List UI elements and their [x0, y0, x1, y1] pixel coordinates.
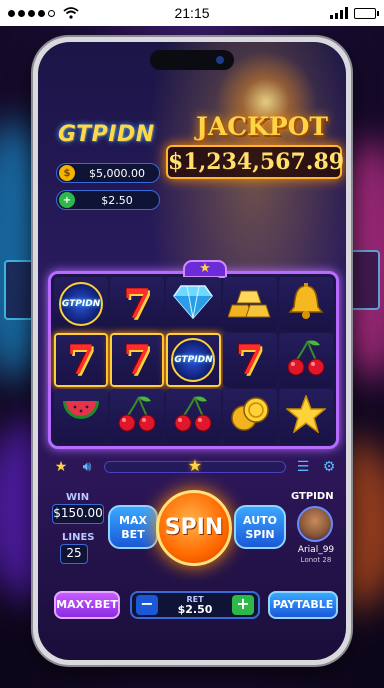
increase-bet-button[interactable]: + — [232, 595, 254, 615]
spin-button[interactable]: SPIN — [156, 490, 232, 566]
cash-icon: + — [59, 192, 75, 208]
paytable-button[interactable]: PAYTABLE — [268, 591, 338, 619]
wifi-icon — [63, 7, 79, 19]
settings-bar: ★ 🔊︎ ★ ☰ ⚙ — [52, 456, 338, 478]
reel-cell — [166, 277, 221, 331]
game-screen: GTPIDN JACKPOT $1,234,567.89 $ $5,000.00… — [38, 42, 346, 660]
cherries-icon — [286, 339, 326, 381]
phone-frame: GTPIDN JACKPOT $1,234,567.89 $ $5,000.00… — [33, 37, 351, 665]
balance-display: $ $5,000.00 — [56, 163, 160, 183]
cherries-icon — [117, 395, 157, 437]
diamond-icon — [173, 284, 214, 324]
sound-icon[interactable]: 🔊︎ — [78, 459, 96, 475]
progress-star-icon[interactable]: ★ — [188, 456, 202, 475]
reel-grid: GTPIDN 7 7 7 GTPIDN 7 — [54, 277, 333, 443]
menu-icon[interactable]: ☰ — [294, 459, 312, 475]
reel-cell — [54, 389, 109, 443]
bell-icon — [288, 283, 324, 325]
player-brand: GTPIDN — [291, 491, 334, 502]
reel-cell: 7 — [110, 333, 165, 387]
lines-label: LINES — [62, 532, 95, 543]
reel-cell: GTPIDN — [166, 333, 221, 387]
coins-icon — [230, 396, 270, 436]
reel-cell — [222, 277, 277, 331]
seven-icon: 7 — [67, 336, 96, 384]
balance-value: $5,000.00 — [89, 166, 145, 180]
badge-icon: GTPIDN — [59, 282, 104, 326]
gear-icon[interactable]: ⚙ — [320, 459, 338, 475]
player-name: Arial_99 — [297, 545, 335, 555]
seven-icon: 7 — [123, 280, 152, 328]
gold-bars-icon — [226, 285, 272, 323]
reel-cell — [166, 389, 221, 443]
coin-icon: $ — [59, 165, 75, 181]
jackpot-title: JACKPOT — [195, 112, 329, 141]
star-ornament-icon: ★ — [183, 260, 227, 278]
battery-icon — [354, 7, 379, 19]
reel-frame: ★ GTPIDN 7 7 7 GTPIDN 7 — [48, 260, 339, 449]
reel-cell: 7 — [222, 333, 277, 387]
game-logo: GTPIDN — [58, 122, 155, 147]
win-value: $150.00 — [52, 504, 104, 524]
reel-cell — [222, 389, 277, 443]
slot-machine-decor — [4, 260, 34, 320]
watermelon-icon — [61, 397, 101, 435]
bet-display: + $2.50 — [56, 190, 160, 210]
bet-stepper: − RET $2.50 + — [130, 591, 260, 619]
maxy-bet-button[interactable]: MAXY.BET — [54, 591, 120, 619]
reel-cell: 7 — [110, 277, 165, 331]
player-level: Lonot 28 — [300, 556, 332, 564]
progress-track[interactable]: ★ — [104, 456, 286, 475]
cellular-icon — [330, 7, 348, 19]
badge-icon: GTPIDN — [171, 338, 216, 382]
avatar[interactable] — [297, 506, 333, 542]
reel-cell: 7 — [54, 333, 109, 387]
star-icon — [284, 393, 327, 437]
reel-cell — [278, 389, 333, 443]
signal-dots-icon — [8, 9, 55, 17]
reel-cell: GTPIDN — [54, 277, 109, 331]
max-bet-button[interactable]: MAX BET — [108, 505, 158, 549]
auto-spin-button[interactable]: AUTO SPIN — [234, 505, 286, 549]
reel-cell — [278, 277, 333, 331]
status-bar: 21:15 — [0, 0, 384, 26]
win-label: WIN — [66, 492, 90, 503]
cherries-icon — [173, 395, 213, 437]
lines-value: 25 — [60, 544, 88, 564]
bet-display-value: $2.50 — [101, 193, 133, 207]
favorite-star-icon[interactable]: ★ — [52, 459, 70, 475]
jackpot-amount: $1,234,567.89 — [166, 145, 344, 179]
seven-icon: 7 — [235, 336, 264, 384]
reel-cell — [110, 389, 165, 443]
slot-machine-decor — [350, 250, 380, 310]
clock: 21:15 — [174, 5, 210, 21]
seven-icon: 7 — [123, 336, 152, 384]
reel-cell — [278, 333, 333, 387]
